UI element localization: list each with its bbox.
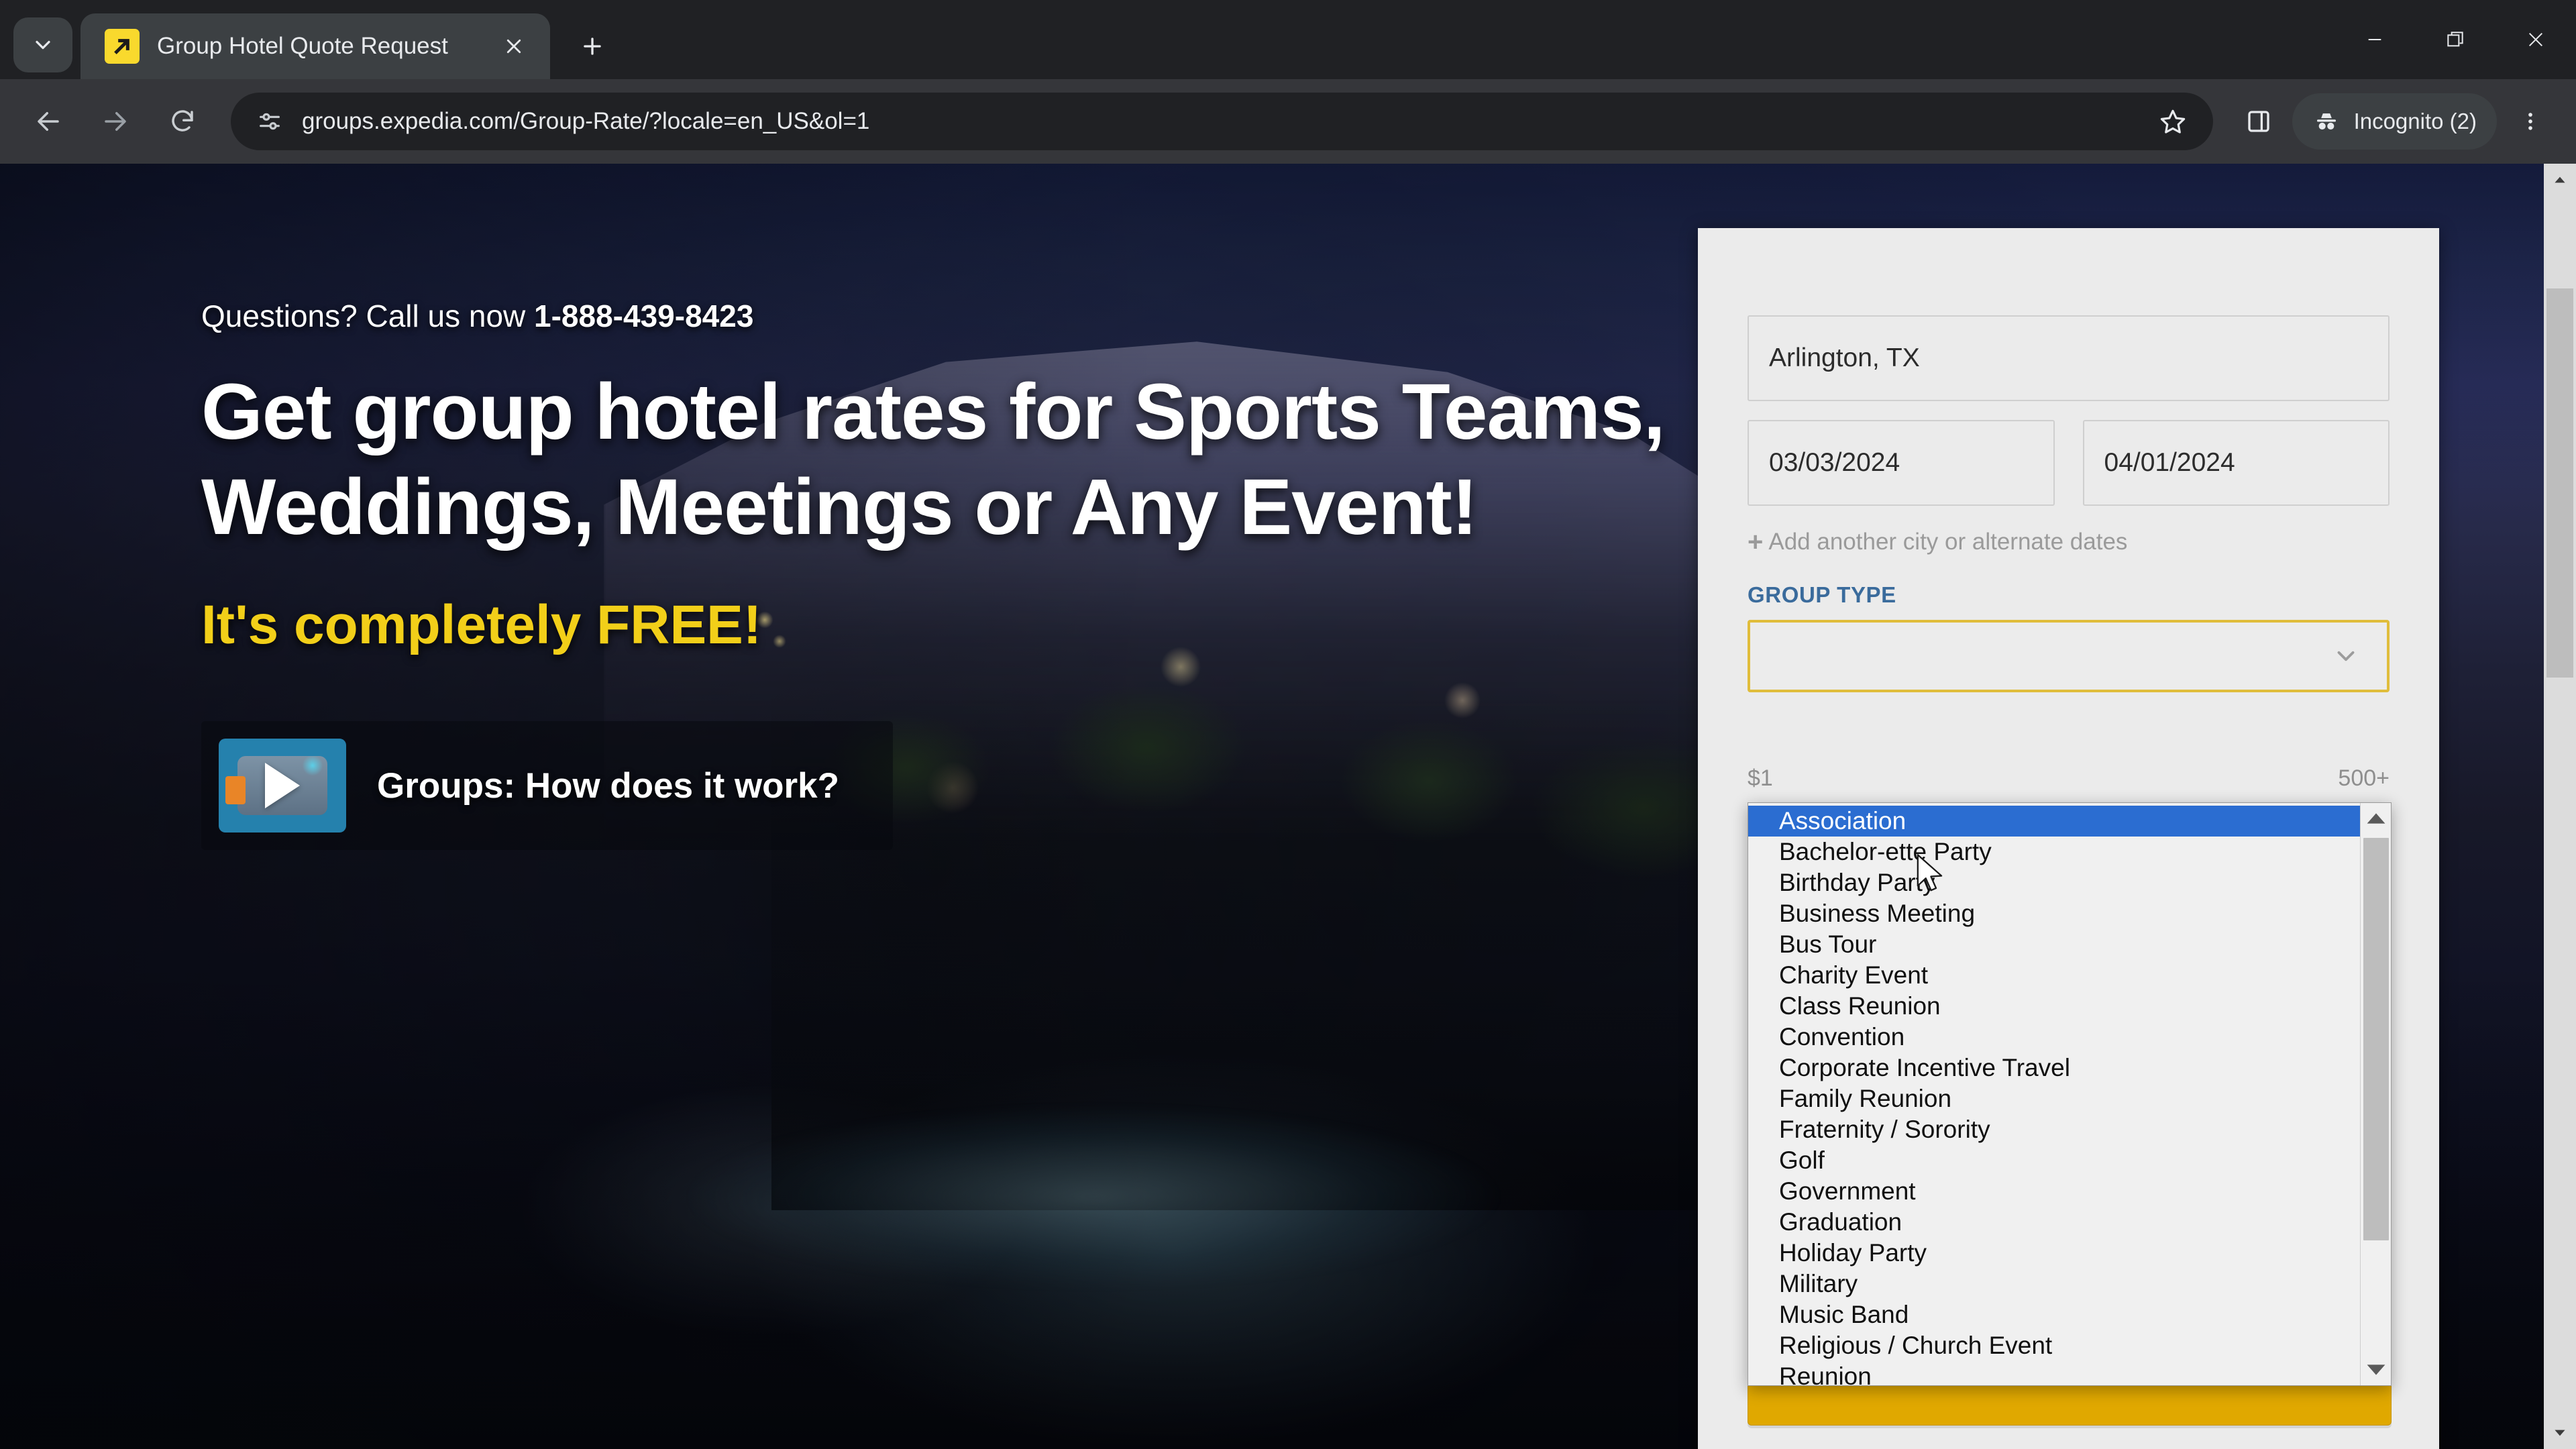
- city-input[interactable]: Arlington, TX: [1748, 315, 2390, 401]
- price-max-label: 500+: [2338, 765, 2390, 791]
- side-panel-icon: [2247, 111, 2269, 132]
- check-out-input[interactable]: 04/01/2024: [2082, 420, 2390, 506]
- bookmark-button[interactable]: [2145, 93, 2201, 150]
- dropdown-option[interactable]: Bachelor-ette Party: [1748, 837, 2360, 867]
- plus-icon: [584, 38, 601, 55]
- add-another-city-label: Add another city or alternate dates: [1768, 529, 2128, 555]
- omnibox-actions: [2145, 93, 2201, 150]
- dropdown-option[interactable]: Association: [1748, 806, 2360, 837]
- site-info-button[interactable]: [255, 107, 284, 136]
- triangle-down-icon: [2367, 1364, 2385, 1375]
- hero-headline: Get group hotel rates for Sports Teams, …: [201, 368, 1666, 551]
- support-phone-line: Questions? Call us now 1-888-439-8423: [201, 298, 1704, 334]
- group-type-dropdown[interactable]: Association Bachelor-ette Party Birthday…: [1748, 802, 2392, 1386]
- reload-button[interactable]: [152, 91, 213, 152]
- dropdown-option[interactable]: Charity Event: [1748, 960, 2360, 991]
- page-scroll-down-button[interactable]: [2544, 1417, 2576, 1449]
- dropdown-option[interactable]: Fraternity / Sorority: [1748, 1114, 2360, 1145]
- star-icon: [2160, 109, 2185, 133]
- hero-content: Questions? Call us now 1-888-439-8423 Ge…: [201, 298, 1704, 851]
- price-min-label: $1: [1748, 765, 1773, 791]
- reload-icon: [172, 110, 193, 131]
- page-scroll-thumb[interactable]: [2546, 288, 2573, 678]
- address-bar[interactable]: groups.expedia.com/Group-Rate/?locale=en…: [231, 93, 2213, 150]
- dropdown-option[interactable]: Corporate Incentive Travel: [1748, 1053, 2360, 1083]
- close-icon: [506, 39, 521, 54]
- dropdown-option[interactable]: Holiday Party: [1748, 1238, 2360, 1269]
- browser-menu-button[interactable]: [2502, 93, 2559, 150]
- minimize-button[interactable]: [2334, 0, 2415, 79]
- dropdown-scroll-thumb[interactable]: [2363, 838, 2389, 1240]
- tab-close-button[interactable]: [495, 28, 533, 65]
- dropdown-option[interactable]: Birthday Party: [1748, 867, 2360, 898]
- close-window-button[interactable]: [2496, 0, 2576, 79]
- video-cta-label: Groups: How does it work?: [377, 765, 840, 806]
- dropdown-scrollbar[interactable]: [2360, 803, 2391, 1385]
- chevron-down-icon: [36, 40, 50, 50]
- tune-icon: [260, 113, 280, 130]
- tab-strip: Group Hotel Quote Request: [0, 0, 2576, 79]
- dropdown-option[interactable]: Convention: [1748, 1022, 2360, 1053]
- arrow-right-icon: [105, 112, 126, 131]
- side-panel-button[interactable]: [2231, 93, 2287, 150]
- dropdown-option[interactable]: Government: [1748, 1176, 2360, 1207]
- minimize-icon: [2368, 39, 2381, 40]
- close-icon: [2528, 32, 2543, 47]
- url-text[interactable]: groups.expedia.com/Group-Rate/?locale=en…: [302, 108, 2127, 135]
- dropdown-scroll-down-button[interactable]: [2361, 1354, 2391, 1385]
- page-scroll-up-button[interactable]: [2544, 164, 2576, 196]
- dropdown-scroll-up-button[interactable]: [2361, 803, 2391, 834]
- tab-search-button[interactable]: [13, 17, 72, 72]
- play-icon: [265, 763, 300, 809]
- window-controls: [2334, 0, 2576, 79]
- browser-toolbar: groups.expedia.com/Group-Rate/?locale=en…: [0, 79, 2576, 164]
- video-cta[interactable]: Groups: How does it work?: [201, 721, 894, 851]
- dropdown-option-list: Association Bachelor-ette Party Birthday…: [1748, 803, 2360, 1385]
- tab-title: Group Hotel Quote Request: [157, 33, 448, 59]
- more-vertical-icon: [2528, 113, 2532, 130]
- expedia-arrow-icon: [105, 29, 140, 64]
- triangle-down-icon: [2555, 1430, 2565, 1436]
- group-type-label: GROUP TYPE: [1748, 582, 1896, 607]
- check-in-input[interactable]: 03/03/2024: [1748, 420, 2055, 506]
- triangle-up-icon: [2555, 176, 2565, 183]
- hero-free-text: It's completely FREE!: [201, 594, 762, 656]
- arrow-left-icon: [38, 112, 59, 131]
- dropdown-option[interactable]: Family Reunion: [1748, 1083, 2360, 1114]
- dropdown-option[interactable]: Music Band: [1748, 1299, 2360, 1330]
- date-row: 03/03/2024 04/01/2024: [1748, 420, 2390, 506]
- browser-tab[interactable]: Group Hotel Quote Request: [80, 13, 550, 79]
- restore-icon: [2447, 32, 2463, 47]
- dropdown-option[interactable]: Reunion: [1748, 1361, 2360, 1385]
- group-type-select[interactable]: [1748, 620, 2390, 692]
- incognito-icon: [2316, 113, 2336, 130]
- dropdown-option[interactable]: Class Reunion: [1748, 991, 2360, 1022]
- video-thumbnail[interactable]: [219, 739, 346, 833]
- add-another-city-link[interactable]: + Add another city or alternate dates: [1748, 529, 2390, 555]
- support-phone-prefix: Questions? Call us now: [201, 299, 535, 333]
- forward-button[interactable]: [85, 91, 146, 152]
- incognito-indicator[interactable]: Incognito (2): [2292, 93, 2497, 150]
- plus-icon: +: [1748, 527, 1764, 557]
- incognito-label: Incognito (2): [2353, 109, 2477, 133]
- dropdown-option[interactable]: Graduation: [1748, 1207, 2360, 1238]
- dropdown-option[interactable]: Bus Tour: [1748, 929, 2360, 960]
- support-phone-number[interactable]: 1-888-439-8423: [534, 299, 753, 333]
- dropdown-option[interactable]: Business Meeting: [1748, 898, 2360, 929]
- dropdown-option[interactable]: Religious / Church Event: [1748, 1330, 2360, 1361]
- page-viewport: Questions? Call us now 1-888-439-8423 Ge…: [0, 164, 2576, 1449]
- triangle-up-icon: [2367, 813, 2385, 824]
- browser-window: Group Hotel Quote Request groups.expedia…: [0, 0, 2576, 1449]
- dropdown-option[interactable]: Military: [1748, 1269, 2360, 1299]
- quote-form: Arlington, TX 03/03/2024 04/01/2024 + Ad…: [1698, 228, 2439, 791]
- chevron-down-icon: [2337, 651, 2355, 661]
- page-scrollbar[interactable]: [2544, 164, 2576, 1449]
- dropdown-option[interactable]: Golf: [1748, 1145, 2360, 1176]
- maximize-button[interactable]: [2415, 0, 2496, 79]
- new-tab-button[interactable]: [568, 21, 617, 71]
- back-button[interactable]: [17, 91, 79, 152]
